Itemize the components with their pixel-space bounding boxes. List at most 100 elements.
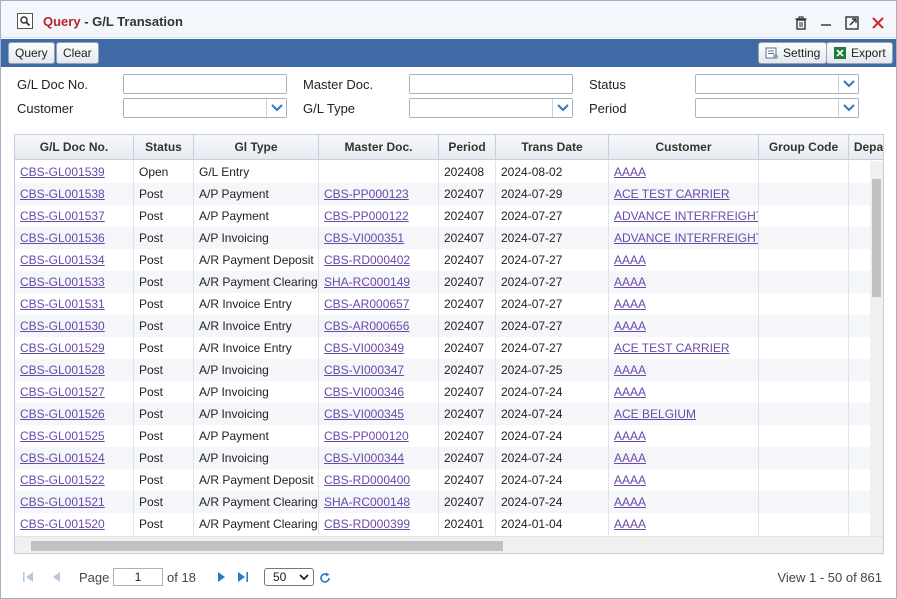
table-row[interactable]: CBS-GL001525 Post A/P Payment CBS-PP000120 2… <box>15 425 871 447</box>
master-doc-link[interactable]: CBS-VI000346 <box>324 385 404 399</box>
master-doc-link[interactable]: CBS-PP000120 <box>324 429 409 443</box>
gl-doc-no-link[interactable]: CBS-GL001520 <box>20 517 105 531</box>
customer-link[interactable]: AAAA <box>614 473 646 487</box>
header-col-status[interactable]: Status <box>134 135 194 160</box>
gl-doc-no-link[interactable]: CBS-GL001527 <box>20 385 105 399</box>
gl-doc-no-link[interactable]: CBS-GL001521 <box>20 495 105 509</box>
table-row[interactable]: CBS-GL001524 Post A/P Invoicing CBS-VI00034… <box>15 447 871 469</box>
chevron-down-icon[interactable] <box>266 99 286 117</box>
master-doc-link[interactable]: CBS-RD000400 <box>324 473 410 487</box>
table-row[interactable]: CBS-GL001528 Post A/P Invoicing CBS-VI00034… <box>15 359 871 381</box>
customer-select[interactable] <box>123 98 287 118</box>
gl-doc-no-link[interactable]: CBS-GL001528 <box>20 363 105 377</box>
table-row[interactable]: CBS-GL001539 Open G/L Entry 202408 2024-08-0… <box>15 161 871 183</box>
master-doc-input[interactable] <box>409 74 573 94</box>
header-col-customer[interactable]: Customer <box>609 135 759 160</box>
gl-doc-no-link[interactable]: CBS-GL001525 <box>20 429 105 443</box>
first-page-icon[interactable] <box>22 571 34 586</box>
customer-link[interactable]: ACE TEST CARRIER <box>614 187 730 201</box>
master-doc-link[interactable]: CBS-AR000657 <box>324 297 409 311</box>
table-row[interactable]: CBS-GL001538 Post A/P Payment CBS-PP000123 2… <box>15 183 871 205</box>
trash-icon[interactable] <box>793 15 809 31</box>
clear-button[interactable]: Clear <box>56 42 99 64</box>
gl-doc-no-input[interactable] <box>123 74 287 94</box>
master-doc-link[interactable]: SHA-RC000148 <box>324 495 410 509</box>
customer-link[interactable]: ADVANCE INTERFREIGHT <box>614 209 758 223</box>
gl-doc-no-link[interactable]: CBS-GL001530 <box>20 319 105 333</box>
status-select[interactable] <box>695 74 859 94</box>
customer-link[interactable]: AAAA <box>614 297 646 311</box>
customer-link[interactable]: AAAA <box>614 319 646 333</box>
close-icon[interactable] <box>870 15 886 31</box>
next-page-icon[interactable] <box>215 571 227 586</box>
minimize-icon[interactable] <box>818 15 834 31</box>
gl-doc-no-link[interactable]: CBS-GL001533 <box>20 275 105 289</box>
last-page-icon[interactable] <box>237 571 249 586</box>
page-number-input[interactable]: 1 <box>113 568 163 586</box>
master-doc-link[interactable]: CBS-RD000399 <box>324 517 410 531</box>
vertical-scrollbar[interactable] <box>870 161 883 536</box>
export-button[interactable]: Export <box>826 42 893 64</box>
customer-link[interactable]: ACE BELGIUM <box>614 407 696 421</box>
gl-doc-no-link[interactable]: CBS-GL001537 <box>20 209 105 223</box>
gl-type-select[interactable] <box>409 98 573 118</box>
customer-link[interactable]: AAAA <box>614 363 646 377</box>
chevron-down-icon[interactable] <box>552 99 572 117</box>
table-row[interactable]: CBS-GL001536 Post A/P Invoicing CBS-VI00035… <box>15 227 871 249</box>
header-col-dept[interactable]: Depa <box>849 135 883 160</box>
master-doc-link[interactable]: CBS-VI000345 <box>324 407 404 421</box>
table-row[interactable]: CBS-GL001534 Post A/R Payment Deposit CBS-R… <box>15 249 871 271</box>
header-col-period[interactable]: Period <box>439 135 496 160</box>
customer-link[interactable]: AAAA <box>614 517 646 531</box>
header-col-gl-type[interactable]: Gl Type <box>194 135 319 160</box>
table-row[interactable]: CBS-GL001537 Post A/P Payment CBS-PP000122 2… <box>15 205 871 227</box>
table-row[interactable]: CBS-GL001521 Post A/R Payment Clearing SHA-… <box>15 491 871 513</box>
master-doc-link[interactable]: CBS-VI000351 <box>324 231 404 245</box>
header-col-gl-doc-no[interactable]: G/L Doc No. <box>15 135 134 160</box>
master-doc-link[interactable]: CBS-RD000402 <box>324 253 410 267</box>
gl-doc-no-link[interactable]: CBS-GL001534 <box>20 253 105 267</box>
header-col-group-code[interactable]: Group Code <box>759 135 849 160</box>
master-doc-link[interactable]: CBS-VI000344 <box>324 451 404 465</box>
table-row[interactable]: CBS-GL001531 Post A/R Invoice Entry CBS-AR0… <box>15 293 871 315</box>
chevron-down-icon[interactable] <box>838 99 858 117</box>
gl-doc-no-link[interactable]: CBS-GL001529 <box>20 341 105 355</box>
header-col-master-doc[interactable]: Master Doc. <box>319 135 439 160</box>
horizontal-scroll-thumb[interactable] <box>31 541 503 551</box>
customer-link[interactable]: ADVANCE INTERFREIGHT <box>614 231 758 245</box>
table-row[interactable]: CBS-GL001530 Post A/R Invoice Entry CBS-AR0… <box>15 315 871 337</box>
gl-doc-no-link[interactable]: CBS-GL001531 <box>20 297 105 311</box>
query-button[interactable]: Query <box>8 42 55 64</box>
master-doc-link[interactable]: CBS-VI000349 <box>324 341 404 355</box>
master-doc-link[interactable]: SHA-RC000149 <box>324 275 410 289</box>
setting-button[interactable]: Setting <box>758 42 828 64</box>
customer-link[interactable]: ACE TEST CARRIER <box>614 341 730 355</box>
prev-page-icon[interactable] <box>51 571 63 586</box>
refresh-icon[interactable] <box>319 572 331 587</box>
master-doc-link[interactable]: CBS-AR000656 <box>324 319 409 333</box>
customer-link[interactable]: AAAA <box>614 495 646 509</box>
maximize-icon[interactable] <box>844 15 860 31</box>
master-doc-link[interactable]: CBS-VI000347 <box>324 363 404 377</box>
table-row[interactable]: CBS-GL001522 Post A/R Payment Deposit CBS-R… <box>15 469 871 491</box>
customer-link[interactable]: AAAA <box>614 165 646 179</box>
table-row[interactable]: CBS-GL001526 Post A/P Invoicing CBS-VI00034… <box>15 403 871 425</box>
table-row[interactable]: CBS-GL001527 Post A/P Invoicing CBS-VI00034… <box>15 381 871 403</box>
horizontal-scrollbar[interactable] <box>15 536 883 553</box>
header-col-trans-date[interactable]: Trans Date <box>496 135 609 160</box>
master-doc-link[interactable]: CBS-PP000122 <box>324 209 409 223</box>
customer-link[interactable]: AAAA <box>614 385 646 399</box>
gl-doc-no-link[interactable]: CBS-GL001526 <box>20 407 105 421</box>
customer-link[interactable]: AAAA <box>614 451 646 465</box>
gl-doc-no-link[interactable]: CBS-GL001522 <box>20 473 105 487</box>
period-select[interactable] <box>695 98 859 118</box>
vertical-scroll-thumb[interactable] <box>872 179 881 297</box>
master-doc-link[interactable]: CBS-PP000123 <box>324 187 409 201</box>
page-size-select[interactable]: 50 <box>264 568 314 586</box>
table-row[interactable]: CBS-GL001529 Post A/R Invoice Entry CBS-VI0… <box>15 337 871 359</box>
table-row[interactable]: CBS-GL001520 Post A/R Payment Clearing CBS-… <box>15 513 871 535</box>
customer-link[interactable]: AAAA <box>614 253 646 267</box>
gl-doc-no-link[interactable]: CBS-GL001536 <box>20 231 105 245</box>
gl-doc-no-link[interactable]: CBS-GL001539 <box>20 165 105 179</box>
gl-doc-no-link[interactable]: CBS-GL001524 <box>20 451 105 465</box>
